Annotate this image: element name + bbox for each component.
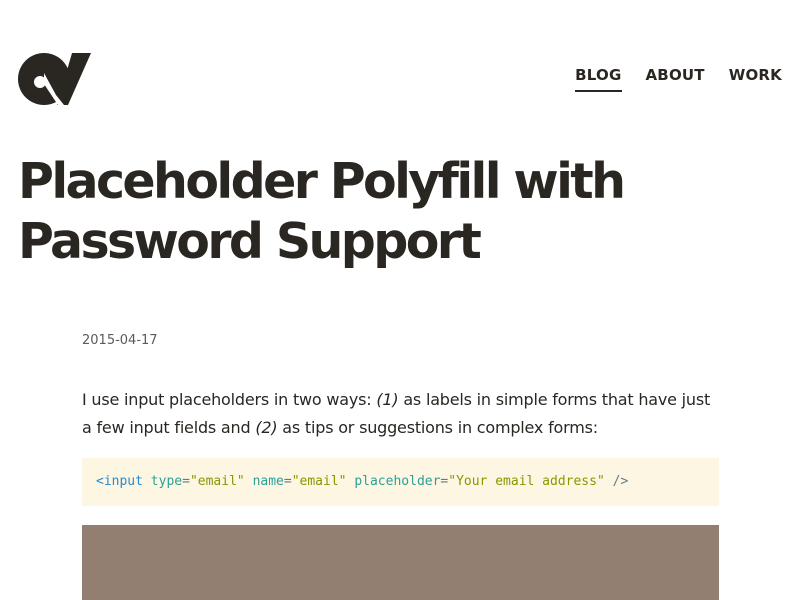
- code-value-name: "email": [291, 474, 347, 489]
- code-value-type: "email": [189, 474, 245, 489]
- code-self-close: />: [604, 474, 629, 489]
- code-attr-type: type: [150, 474, 183, 489]
- code-attr-placeholder: placeholder: [354, 474, 441, 489]
- page-title-line-2: Password Support: [18, 213, 482, 270]
- page: BLOG ABOUT WORK Placeholder Polyfill wit…: [0, 0, 800, 600]
- code-tag-name: input: [103, 474, 143, 489]
- intro-emphasis-1: (1): [376, 390, 399, 409]
- code-attr-name: name: [252, 474, 284, 489]
- code-value-placeholder: "Your email address": [448, 474, 605, 489]
- post-date: 2015-04-17: [82, 333, 158, 348]
- article-figure: [82, 525, 719, 600]
- code-block: <input type="email" name="email" placeho…: [82, 458, 719, 506]
- intro-paragraph: I use input placeholders in two ways: (1…: [82, 386, 722, 442]
- nav-work[interactable]: WORK: [729, 66, 782, 90]
- page-title: Placeholder Polyfill with Password Suppo…: [18, 152, 738, 272]
- main-nav: BLOG ABOUT WORK: [575, 66, 782, 92]
- logo-mark: [18, 53, 91, 105]
- intro-text-1: I use input placeholders in two ways:: [82, 390, 377, 409]
- nav-about[interactable]: ABOUT: [646, 66, 705, 90]
- intro-emphasis-2: (2): [255, 418, 278, 437]
- code-open-bracket: <: [96, 474, 104, 489]
- code-equals: =: [182, 474, 190, 489]
- page-title-line-1: Placeholder Polyfill with: [18, 153, 626, 210]
- site-logo-icon[interactable]: [18, 53, 91, 105]
- intro-text-3: as tips or suggestions in complex forms:: [277, 418, 598, 437]
- code-equals: =: [283, 474, 292, 489]
- nav-blog[interactable]: BLOG: [575, 66, 622, 92]
